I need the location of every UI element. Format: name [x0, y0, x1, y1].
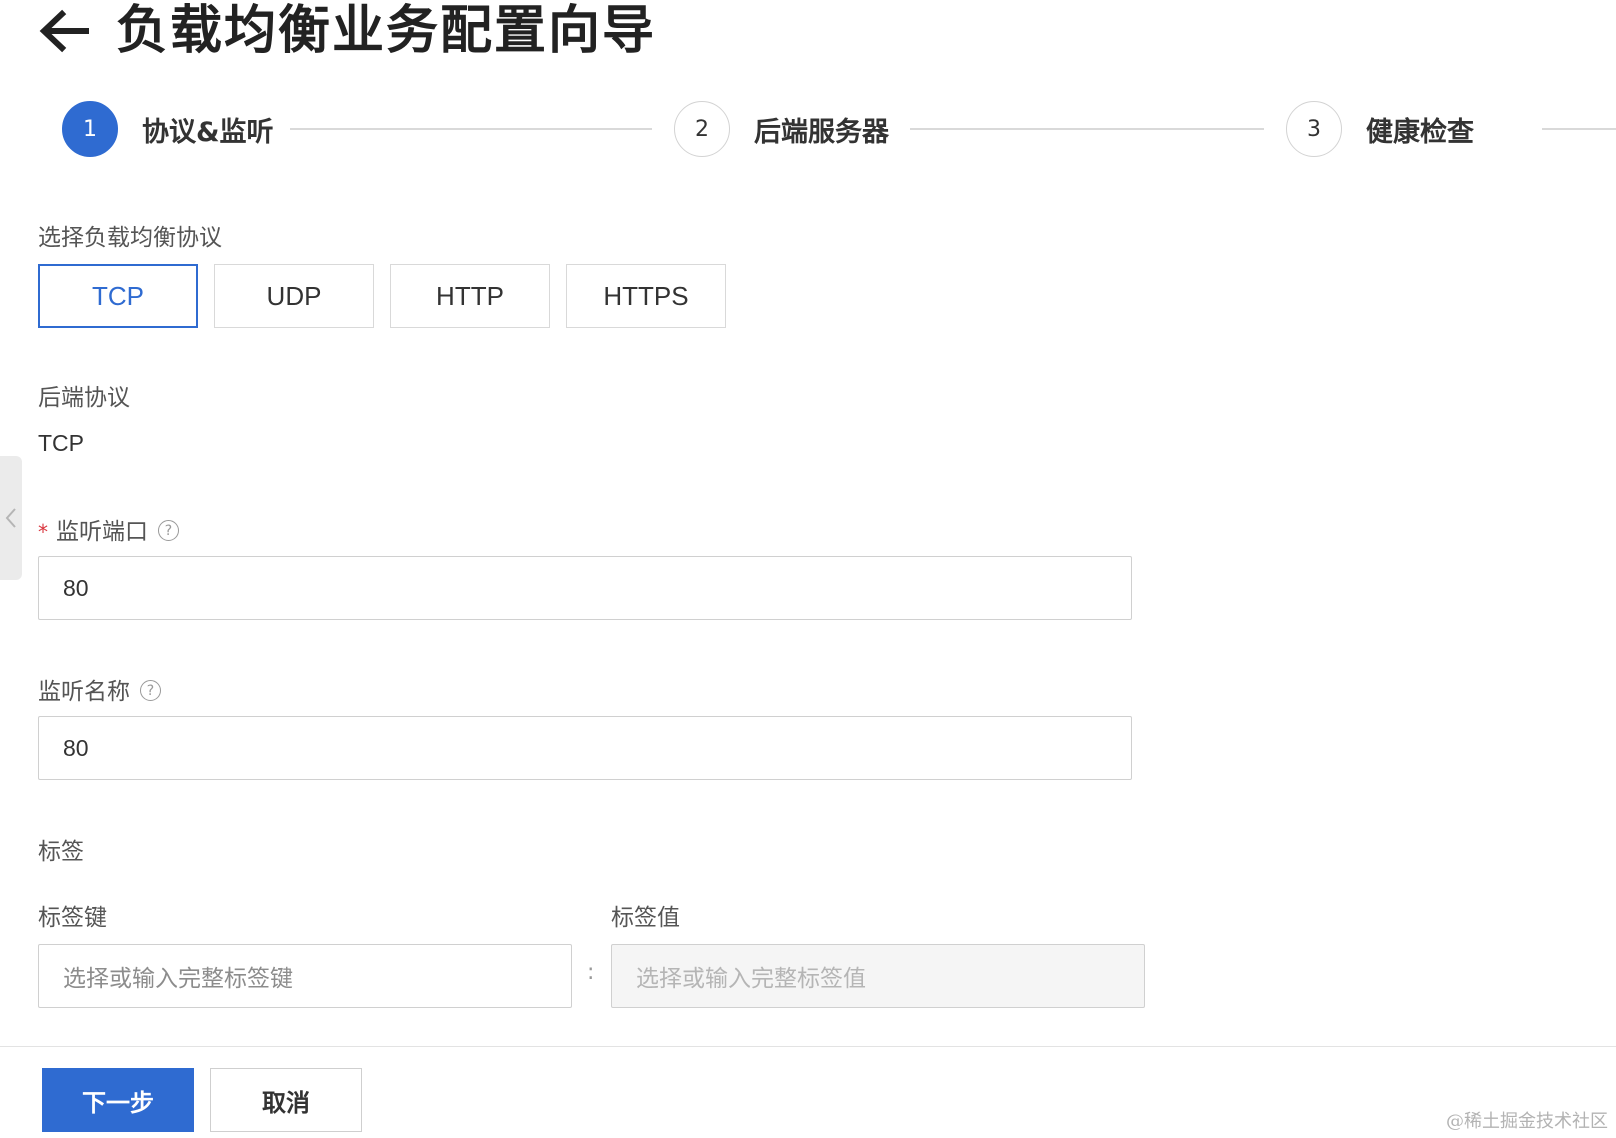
back-button[interactable]	[36, 3, 92, 59]
chevron-left-icon	[5, 508, 16, 528]
help-icon[interactable]: ?	[158, 520, 179, 541]
step-label: 后端服务器	[754, 116, 889, 148]
arrow-left-icon[interactable]	[38, 9, 90, 53]
protocol-option-udp[interactable]: UDP	[214, 264, 374, 328]
listen-name-input[interactable]: 80	[38, 716, 1132, 780]
protocol-option-https[interactable]: HTTPS	[566, 264, 726, 328]
required-mark: *	[38, 520, 48, 544]
page: 负载均衡业务配置向导 1 协议&监听 2 后端服务器 3 健康检查 选择负载均衡…	[0, 0, 1616, 1138]
tag-key-input[interactable]: 选择或输入完整标签键	[38, 944, 572, 1008]
step-number: 2	[674, 101, 730, 157]
listen-name-label-text: 监听名称	[38, 679, 130, 705]
protocol-option-http[interactable]: HTTP	[390, 264, 550, 328]
page-header: 负载均衡业务配置向导	[36, 0, 656, 62]
page-title: 负载均衡业务配置向导	[116, 1, 657, 61]
next-step-button[interactable]: 下一步	[42, 1068, 194, 1132]
cancel-button[interactable]: 取消	[210, 1068, 362, 1132]
listen-port-input[interactable]: 80	[38, 556, 1132, 620]
tag-separator: :	[587, 960, 595, 985]
tags-section-label: 标签	[38, 839, 84, 865]
listen-port-label: * 监听端口?	[38, 512, 179, 546]
step-connector	[910, 128, 1264, 130]
step-number: 3	[1286, 101, 1342, 157]
backend-protocol-value: TCP	[38, 430, 84, 456]
listen-name-label: 监听名称?	[38, 672, 161, 706]
step-number: 1	[62, 101, 118, 157]
protocol-label: 选择负载均衡协议	[38, 225, 222, 251]
backend-protocol-label: 后端协议	[38, 385, 130, 411]
step-protocol-listener: 1 协议&监听	[62, 100, 274, 158]
sidebar-toggle[interactable]	[0, 456, 22, 580]
tag-value-input[interactable]: 选择或输入完整标签值	[611, 944, 1145, 1008]
wizard-steps: 1 协议&监听 2 后端服务器 3 健康检查	[62, 100, 1616, 158]
step-backend-servers: 2 后端服务器	[674, 100, 889, 158]
step-label: 健康检查	[1366, 116, 1474, 148]
step-connector	[290, 128, 652, 130]
tag-key-label: 标签键	[38, 905, 107, 931]
watermark: @稀土掘金技术社区	[1446, 1111, 1608, 1132]
help-icon[interactable]: ?	[140, 680, 161, 701]
step-label: 协议&监听	[142, 116, 274, 148]
protocol-option-tcp[interactable]: TCP	[38, 264, 198, 328]
step-health-check: 3 健康检查	[1286, 100, 1474, 158]
listen-port-label-text: 监听端口	[56, 519, 148, 545]
step-connector	[1542, 128, 1616, 130]
tag-value-label: 标签值	[611, 905, 680, 931]
